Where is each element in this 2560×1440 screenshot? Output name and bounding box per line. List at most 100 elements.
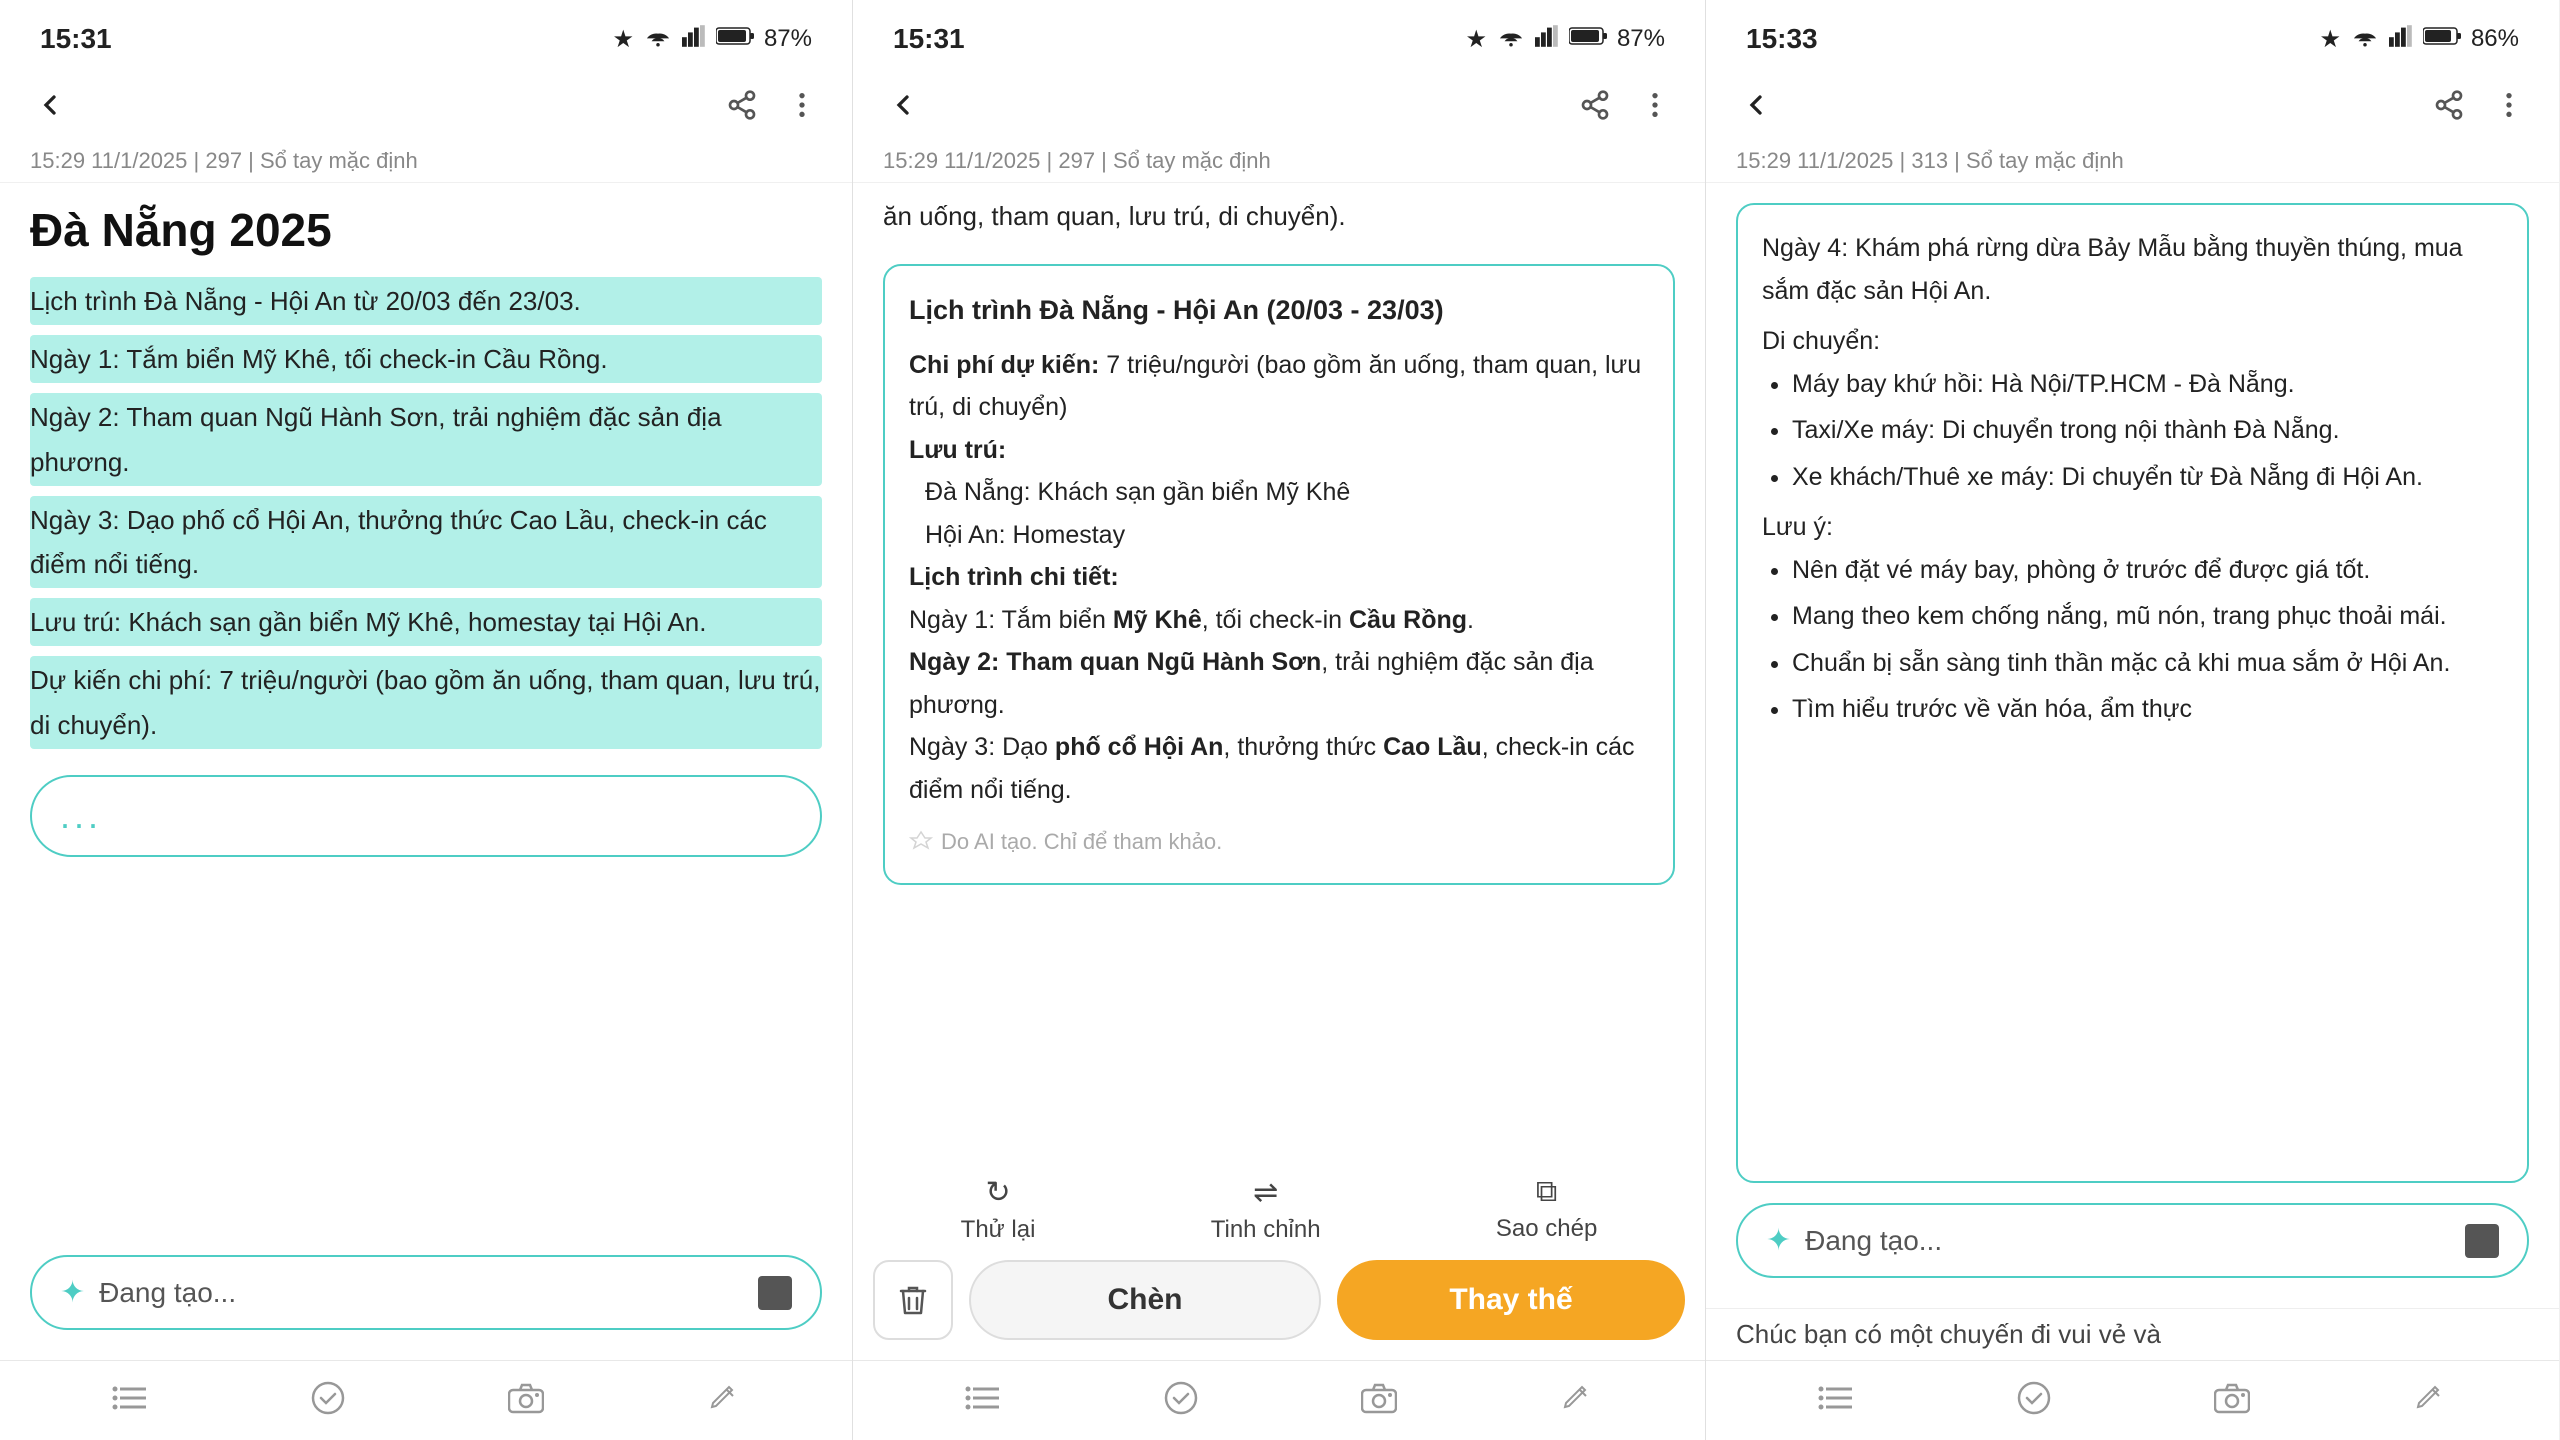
- wifi-icon-3: [2351, 25, 2379, 54]
- list-icon-3[interactable]: [1818, 1383, 1854, 1418]
- highlight-text-4: Ngày 3: Dạo phố cổ Hội An, thưởng thức C…: [30, 496, 822, 588]
- content-area-2: Lịch trình Đà Nẵng - Hội An (20/03 - 23/…: [853, 238, 1705, 1159]
- time-3: 15:33: [1746, 23, 1818, 55]
- stop-button-1[interactable]: [758, 1276, 792, 1310]
- ai-move-3: Xe khách/Thuê xe máy: Di chuyển từ Đà Nẵ…: [1792, 456, 2503, 499]
- ai-note-text: Lưu ý:: [1762, 513, 1833, 541]
- ai-cost-label: Chi phí dự kiến:: [909, 351, 1099, 379]
- ai-move-label: Di chuyển:: [1762, 320, 2503, 363]
- highlight-text-3: Ngày 2: Tham quan Ngũ Hành Sơn, trải ngh…: [30, 393, 822, 485]
- highlight-text-6: Dự kiến chi phí: 7 triệu/người (bao gồm …: [30, 656, 822, 748]
- content-area-3: Ngày 4: Khám phá rừng dừa Bảy Mẫu bằng t…: [1706, 183, 2559, 1308]
- adjust-button[interactable]: ⇌ Tinh chỉnh: [1211, 1175, 1321, 1244]
- check-icon-1[interactable]: [311, 1381, 345, 1420]
- ai-cost: Chi phí dự kiến: 7 triệu/người (bao gồm …: [909, 344, 1649, 429]
- ai-box-header: Lịch trình Đà Nẵng - Hội An (20/03 - 23/…: [909, 288, 1649, 334]
- ellipsis-dots: ...: [60, 795, 102, 837]
- nav-bar-2: [853, 70, 1705, 140]
- highlight-text-5: Lưu trú: Khách sạn gần biển Mỹ Khê, home…: [30, 598, 822, 646]
- bluetooth-icon-2: ★: [1465, 25, 1487, 54]
- stop-button-3[interactable]: [2465, 1224, 2499, 1258]
- ai-note-2: Mang theo kem chống nắng, mũ nón, trang …: [1792, 595, 2503, 638]
- more-icon-3[interactable]: [2489, 85, 2529, 125]
- status-bar-3: 15:33 ★ 86%: [1706, 0, 2559, 70]
- ai-detail-label: Lịch trình chi tiết:: [909, 556, 1649, 599]
- back-button-3[interactable]: [1736, 85, 1776, 125]
- generating-bar-1[interactable]: ✦ Đang tạo...: [30, 1255, 822, 1330]
- back-button-2[interactable]: [883, 85, 923, 125]
- camera-icon-2[interactable]: [1361, 1382, 1397, 1419]
- ai-day1: Ngày 1: Tắm biển Mỹ Khê, tối check-in Cầ…: [909, 599, 1649, 642]
- generating-label-1: Đang tạo...: [99, 1277, 236, 1309]
- wifi-icon-2: [1497, 25, 1525, 54]
- ai-day2-pre: Ngày 2:: [909, 648, 999, 676]
- edit-icon-1[interactable]: [707, 1381, 741, 1420]
- check-icon-2[interactable]: [1164, 1381, 1198, 1420]
- retry-button[interactable]: ↻ Thử lại: [961, 1175, 1036, 1244]
- status-icons-2: ★ 87%: [1465, 25, 1665, 54]
- edit-icon-2[interactable]: [1560, 1381, 1594, 1420]
- nav-icons-right-2: [1575, 85, 1675, 125]
- ai-note-list: Nên đặt vé máy bay, phòng ở trước để đượ…: [1762, 549, 2503, 731]
- ai-day2-bold: Tham quan Ngũ Hành Sơn, trải nghiệm đặc …: [909, 648, 1594, 719]
- nav-icons-right-3: [2429, 85, 2529, 125]
- bottom-toolbar-1: [0, 1360, 852, 1440]
- status-icons-1: ★ 87%: [612, 25, 812, 54]
- back-button-1[interactable]: [30, 85, 70, 125]
- insert-button[interactable]: Chèn: [969, 1260, 1321, 1340]
- ai-day4: Ngày 4: Khám phá rừng dừa Bảy Mẫu bằng t…: [1762, 227, 2503, 312]
- ai-note-3: Chuẩn bị sẵn sàng tinh thần mặc cả khi m…: [1792, 642, 2503, 685]
- camera-icon-1[interactable]: [508, 1382, 544, 1419]
- more-icon-2[interactable]: [1635, 85, 1675, 125]
- list-icon-1[interactable]: [112, 1383, 148, 1418]
- adjust-icon: ⇌: [1253, 1175, 1278, 1210]
- retry-label: Thử lại: [961, 1216, 1036, 1244]
- status-bar-1: 15:31 ★ 87%: [0, 0, 852, 70]
- battery-text-3: 86%: [2471, 25, 2519, 53]
- ai-response-box-3: Ngày 4: Khám phá rừng dừa Bảy Mẫu bằng t…: [1736, 203, 2529, 1183]
- ai-stay-2: Hội An: Homestay: [909, 514, 1649, 557]
- bottom-text: Chúc bạn có một chuyến đi vui vẻ và: [1706, 1308, 2559, 1360]
- spark-icon-1: ✦: [60, 1275, 85, 1310]
- more-icon-1[interactable]: [782, 85, 822, 125]
- ellipsis-box: ...: [30, 775, 822, 857]
- list-icon-2[interactable]: [965, 1383, 1001, 1418]
- share-icon-2[interactable]: [1575, 85, 1615, 125]
- bottom-toolbar-2: [853, 1360, 1705, 1440]
- generating-bar-3[interactable]: ✦ Đang tạo...: [1736, 1203, 2529, 1278]
- copy-icon: ⧉: [1536, 1175, 1557, 1209]
- ai-day1-bold: Mỹ Khê: [1113, 606, 1202, 634]
- highlight-text-2: Ngày 1: Tắm biển Mỹ Khê, tối check-in Cầ…: [30, 335, 822, 383]
- ai-stay-label: Lưu trú:: [909, 436, 1006, 464]
- edit-icon-3[interactable]: [2413, 1381, 2447, 1420]
- battery-icon: [716, 25, 754, 53]
- replace-label: Thay thế: [1449, 1283, 1572, 1317]
- generating-left-1: ✦ Đang tạo...: [60, 1275, 236, 1310]
- delete-button[interactable]: [873, 1260, 953, 1340]
- share-icon-3[interactable]: [2429, 85, 2469, 125]
- bluetooth-icon-3: ★: [2319, 25, 2341, 54]
- battery-text-2: 87%: [1617, 25, 1665, 53]
- wifi-icon: [644, 25, 672, 54]
- ai-day1-post: , tối check-in Cầu Rồng.: [1202, 606, 1474, 634]
- meta-info-1: 15:29 11/1/2025 | 297 | Sổ tay mặc định: [0, 140, 852, 183]
- ai-day1-pre: Ngày 1: Tắm biển: [909, 606, 1113, 634]
- camera-icon-3[interactable]: [2214, 1382, 2250, 1419]
- ai-day2: Ngày 2: Tham quan Ngũ Hành Sơn, trải ngh…: [909, 641, 1649, 726]
- battery-icon-3: [2423, 25, 2461, 53]
- copy-button[interactable]: ⧉ Sao chép: [1496, 1175, 1597, 1244]
- replace-button[interactable]: Thay thế: [1337, 1260, 1685, 1340]
- check-icon-3[interactable]: [2017, 1381, 2051, 1420]
- ai-move-1: Máy bay khứ hồi: Hà Nội/TP.HCM - Đà Nẵng…: [1792, 363, 2503, 406]
- ai-move-2: Taxi/Xe máy: Di chuyển trong nội thành Đ…: [1792, 409, 2503, 452]
- ai-box-label: Do AI tạo. Chỉ để tham khảo.: [909, 823, 1649, 860]
- ai-note-label: Lưu ý:: [1762, 506, 2503, 549]
- signal-icon-2: [1535, 25, 1559, 54]
- ai-stay-1: Đà Nẵng: Khách sạn gần biển Mỹ Khê: [909, 471, 1649, 514]
- cut-text: ăn uống, tham quan, lưu trú, di chuyển).: [853, 183, 1705, 238]
- meta-info-3: 15:29 11/1/2025 | 313 | Sổ tay mặc định: [1706, 140, 2559, 183]
- retry-icon: ↻: [985, 1175, 1010, 1210]
- share-icon-1[interactable]: [722, 85, 762, 125]
- battery-icon-2: [1569, 25, 1607, 53]
- insert-label: Chèn: [1108, 1283, 1183, 1317]
